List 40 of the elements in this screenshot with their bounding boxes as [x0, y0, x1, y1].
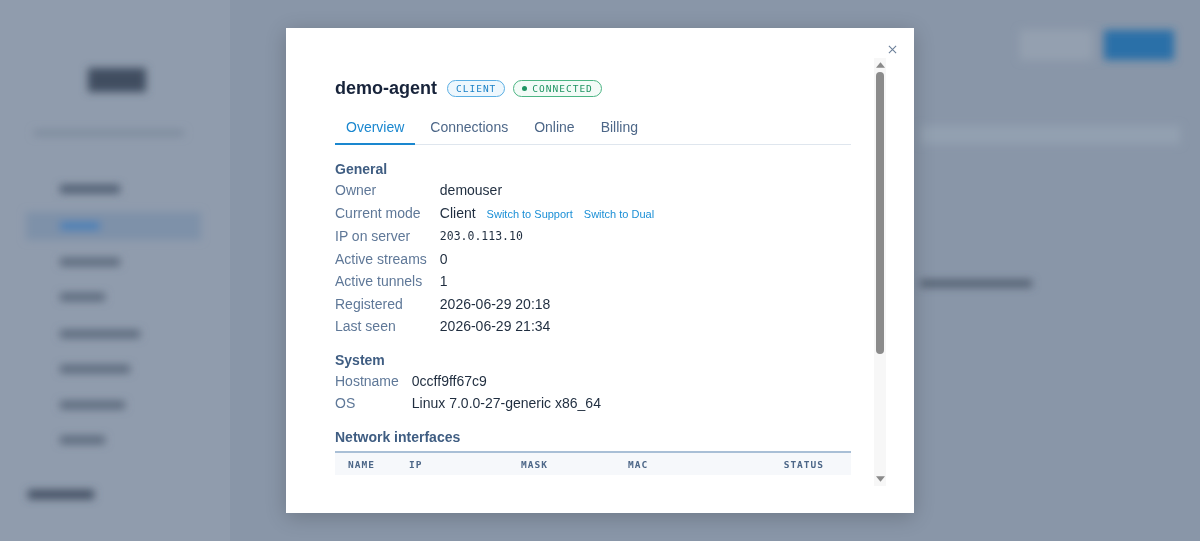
section-heading: System [335, 351, 386, 368]
field-label: IP on server [335, 227, 412, 246]
field-label: OS [335, 394, 357, 413]
field-value: 203.0.113.10 [439, 228, 523, 245]
field-value: Linux 7.0.0-27-generic x86_64 [411, 394, 601, 413]
section-heading: Network interfaces [335, 428, 462, 445]
field-label: Registered [335, 294, 404, 313]
tab[interactable]: Overview [335, 115, 416, 145]
section-heading: General [335, 161, 389, 177]
column-header: IP [409, 458, 424, 470]
field-value: 2026-06-29 20:18 [439, 294, 551, 313]
tab[interactable]: Billing [589, 115, 649, 145]
column-header: MASK [521, 458, 549, 470]
field-label: Hostname [335, 371, 399, 390]
field-label: Last seen [335, 317, 397, 336]
status-badge: CONNECTED [513, 79, 602, 97]
field-label: Active streams [335, 249, 427, 268]
scroll-up-icon[interactable] [875, 62, 885, 68]
link[interactable]: Switch to Support [486, 204, 573, 223]
dialog-title: demo-agent [335, 77, 437, 99]
column-header: NAME [348, 458, 376, 470]
mode-badge: CLIENT [447, 79, 506, 97]
tab[interactable]: Connections [419, 115, 520, 145]
field-value: Client [439, 203, 476, 222]
scrollbar[interactable] [874, 58, 886, 486]
scroll-down-icon[interactable] [875, 476, 885, 482]
field-label: Current mode [335, 203, 422, 223]
field-value: demouser [439, 181, 503, 200]
field-label: Owner [335, 181, 378, 200]
scrollbar-thumb[interactable] [876, 72, 884, 354]
field-value: 1 [439, 272, 448, 291]
tab[interactable]: Online [523, 115, 586, 145]
field-value: 0ccff9ff67c9 [411, 371, 487, 390]
close-icon[interactable] [888, 45, 897, 54]
column-header: MAC [628, 458, 650, 470]
field-value: 0 [439, 249, 448, 268]
link[interactable]: Switch to Dual [583, 204, 655, 223]
field-value: 2026-06-29 21:34 [439, 317, 551, 336]
field-label: Active tunnels [335, 272, 424, 291]
column-header: STATUS [783, 458, 824, 470]
